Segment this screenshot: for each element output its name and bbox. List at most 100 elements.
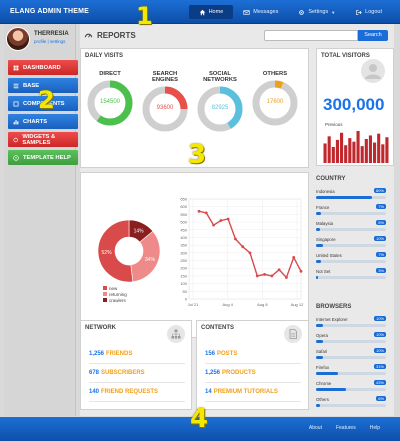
line-point[interactable] bbox=[263, 272, 266, 276]
line-point[interactable] bbox=[212, 223, 215, 227]
footer-link-about[interactable]: About bbox=[309, 425, 322, 431]
visit-gauge-label: OTHERS bbox=[262, 71, 288, 77]
x-tick-label: Aug 4 bbox=[222, 302, 233, 307]
progress-row[interactable]: Indonesia 80% bbox=[316, 188, 386, 204]
sidebar-item-label: DASHBOARD bbox=[23, 64, 61, 71]
nav-logout[interactable]: Logout bbox=[345, 5, 392, 19]
stat-row[interactable]: 1,256 PRODUCTS bbox=[205, 364, 301, 383]
user-profile: THERRESIA profile | settings bbox=[6, 27, 74, 53]
nav-logout-label: Logout bbox=[365, 9, 382, 15]
line-point[interactable] bbox=[255, 274, 259, 278]
stat-row[interactable]: 140 FRIEND REQUESTS bbox=[89, 383, 185, 402]
line-point[interactable] bbox=[270, 274, 274, 278]
profile-name: THERRESIA bbox=[34, 31, 69, 37]
y-tick-label: 500 bbox=[180, 220, 187, 225]
progress-row[interactable]: Internet Explorer 10% bbox=[316, 316, 386, 332]
total-visitors-value: 300,000 bbox=[323, 95, 385, 114]
visitors-bar bbox=[323, 143, 327, 163]
search-input[interactable] bbox=[264, 30, 358, 41]
line-point[interactable] bbox=[234, 237, 237, 241]
line-point[interactable] bbox=[197, 209, 201, 213]
list-icon bbox=[13, 83, 19, 88]
progress-percent-badge: 7% bbox=[376, 252, 386, 257]
progress-track bbox=[316, 212, 386, 215]
sidebar-item-widgets[interactable]: WIDGETS & SAMPLES bbox=[8, 132, 78, 147]
nav-messages[interactable]: Messages bbox=[233, 5, 288, 19]
y-tick-label: 600 bbox=[180, 204, 187, 209]
stat-number: 14 bbox=[205, 389, 212, 395]
visitors-bar bbox=[373, 142, 377, 163]
visit-gauge[interactable]: OTHERS 17600 bbox=[249, 71, 301, 127]
nav-home-label: Home bbox=[208, 9, 224, 15]
progress-track bbox=[316, 260, 386, 263]
visitors-bar-chart bbox=[323, 131, 389, 163]
progress-fill bbox=[316, 404, 321, 407]
footer: About Features Help bbox=[0, 417, 400, 441]
contents-panel: CONTENTS 156 POSTS 1,256 PRODUCTS 14 PREMIU… bbox=[196, 320, 309, 410]
progress-track bbox=[316, 196, 386, 199]
sidebar-item-base[interactable]: BASE bbox=[8, 78, 78, 93]
progress-row[interactable]: United States 7% bbox=[316, 252, 386, 268]
visitors-bar bbox=[360, 146, 364, 163]
progress-row[interactable]: Singapore 10% bbox=[316, 236, 386, 252]
stat-row[interactable]: 678 SUBSCRIBERS bbox=[89, 364, 185, 383]
sitemap-icon bbox=[171, 329, 181, 339]
daily-visits-title: DAILY VISITS bbox=[85, 53, 124, 59]
progress-label: Indonesia bbox=[316, 189, 335, 194]
search-button[interactable]: Search bbox=[358, 30, 388, 41]
progress-label: France bbox=[316, 205, 330, 210]
sidebar-item-label: WIDGETS & SAMPLES bbox=[22, 133, 56, 146]
sidebar-item-template-help[interactable]: ? TEMPLATE HELP bbox=[8, 150, 78, 165]
gear-icon bbox=[299, 9, 305, 15]
nav-settings[interactable]: Settings ▼ bbox=[288, 5, 345, 19]
line-point[interactable] bbox=[241, 245, 245, 249]
progress-track bbox=[316, 356, 386, 359]
footer-link-help[interactable]: Help bbox=[370, 425, 380, 431]
progress-percent-badge: 10% bbox=[373, 332, 386, 337]
visit-gauge-label: SEARCH ENGINES bbox=[151, 71, 179, 83]
line-point[interactable] bbox=[204, 211, 208, 215]
puzzle-icon bbox=[13, 101, 19, 106]
stat-row[interactable]: 156 POSTS bbox=[205, 345, 301, 364]
line-point[interactable] bbox=[277, 268, 281, 272]
avatar[interactable] bbox=[6, 27, 30, 51]
sidebar-item-charts[interactable]: CHARTS bbox=[8, 114, 78, 129]
progress-row[interactable]: Others 6% bbox=[316, 396, 386, 412]
progress-row[interactable]: Safari 10% bbox=[316, 348, 386, 364]
sidebar-item-dashboard[interactable]: DASHBOARD bbox=[8, 60, 78, 75]
line-point[interactable] bbox=[219, 219, 223, 222]
brand-logo[interactable]: ELANG ADMIN THEME bbox=[10, 8, 89, 15]
dashboard-icon bbox=[13, 65, 19, 70]
line-point[interactable] bbox=[292, 256, 296, 259]
progress-row[interactable]: Not Set 3% bbox=[316, 268, 386, 284]
nav-home[interactable]: Home bbox=[188, 5, 234, 19]
progress-row[interactable]: Opera 10% bbox=[316, 332, 386, 348]
visitors-bar bbox=[377, 133, 381, 163]
visit-gauge[interactable]: SEARCH ENGINES 93600 bbox=[139, 71, 191, 133]
line-point[interactable] bbox=[285, 276, 288, 279]
line-point[interactable] bbox=[248, 251, 252, 255]
x-tick-label: Jul 21 bbox=[188, 302, 199, 307]
network-panel: NETWORK 1,256 FRIENDS 678 SUBSCRIBERS 140 F… bbox=[80, 320, 192, 410]
footer-link-features[interactable]: Features bbox=[336, 425, 356, 431]
sidebar-item-components[interactable]: COMPONENTS bbox=[8, 96, 78, 111]
profile-links[interactable]: profile | settings bbox=[34, 39, 65, 44]
previous-label: Previous bbox=[325, 122, 343, 127]
line-point[interactable] bbox=[299, 269, 303, 273]
progress-percent-badge: 5% bbox=[376, 220, 386, 225]
progress-row[interactable]: Firefox 31% bbox=[316, 364, 386, 380]
visit-gauge[interactable]: DIRECT 154500 bbox=[84, 71, 136, 127]
visit-donut: 93600 bbox=[141, 85, 189, 133]
browser-list: Internet Explorer 10% Opera 10% Safari 10% Fir… bbox=[316, 316, 386, 412]
document-icon bbox=[289, 329, 297, 339]
visit-gauge[interactable]: SOCIAL NETWORKS 82925 bbox=[194, 71, 246, 133]
progress-row[interactable]: France 7% bbox=[316, 204, 386, 220]
visitors-bar bbox=[356, 131, 360, 163]
progress-row[interactable]: Chrome 43% bbox=[316, 380, 386, 396]
network-stats: 1,256 FRIENDS 678 SUBSCRIBERS 140 FRIEND RE… bbox=[89, 345, 185, 402]
progress-row[interactable]: Malaysia 5% bbox=[316, 220, 386, 236]
progress-track bbox=[316, 340, 386, 343]
stat-row[interactable]: 14 PREMIUM TUTORIALS bbox=[205, 383, 301, 402]
stat-row[interactable]: 1,256 FRIENDS bbox=[89, 345, 185, 364]
line-point[interactable] bbox=[226, 217, 230, 221]
